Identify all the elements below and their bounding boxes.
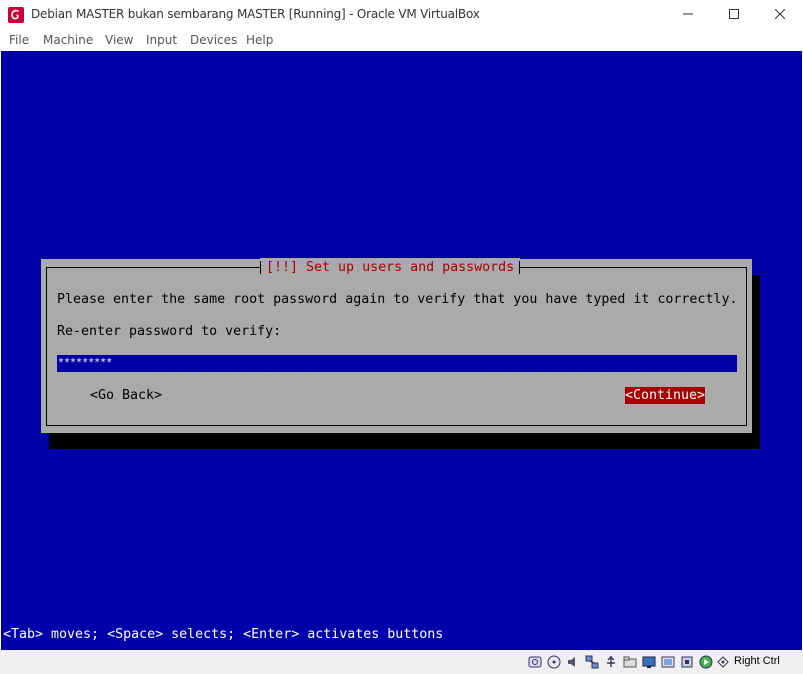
cpu-icon[interactable] [680, 654, 694, 668]
vm-display[interactable]: [!!] Set up users and passwords Please e… [1, 51, 802, 650]
display-icon[interactable] [642, 654, 656, 668]
window-title: Debian MASTER bukan sembarang MASTER [Ru… [31, 7, 480, 21]
network-icon[interactable] [585, 654, 599, 669]
shared-folders-icon[interactable] [623, 654, 637, 668]
minimize-icon [683, 13, 693, 15]
minimize-button[interactable] [665, 0, 711, 30]
menu-bar: File Machine View Input Devices Help [0, 30, 803, 51]
menu-machine[interactable]: Machine [43, 33, 93, 47]
menu-devices[interactable]: Devices [190, 33, 237, 47]
go-back-button[interactable]: <Go Back> [90, 387, 162, 405]
video-capture-icon[interactable] [661, 654, 675, 668]
password-input[interactable]: ********* [57, 355, 737, 372]
dialog-title: [!!] Set up users and passwords [260, 258, 521, 278]
mouse-integration-icon[interactable] [699, 654, 713, 669]
continue-button[interactable]: <Continue> [625, 387, 706, 404]
dialog-message: Please enter the same root password agai… [57, 292, 738, 307]
usb-icon[interactable] [604, 654, 618, 668]
installer-dialog: [!!] Set up users and passwords Please e… [41, 258, 752, 433]
maximize-icon [729, 9, 739, 19]
password-mask: ********* [58, 357, 113, 368]
keyboard-icon[interactable] [716, 654, 730, 668]
menu-help[interactable]: Help [246, 33, 273, 47]
menu-file[interactable]: File [9, 33, 29, 47]
keyboard-help-line: <Tab> moves; <Space> selects; <Enter> ac… [3, 627, 444, 642]
window-titlebar: Debian MASTER bukan sembarang MASTER [Ru… [0, 0, 803, 30]
debian-app-icon [8, 7, 24, 23]
optical-drive-icon[interactable] [547, 654, 561, 669]
audio-icon[interactable] [566, 654, 580, 668]
host-key-label: Right Ctrl [734, 655, 780, 667]
password-prompt: Re-enter password to verify: [57, 324, 282, 339]
menu-input[interactable]: Input [146, 33, 177, 47]
menu-view[interactable]: View [105, 33, 133, 47]
maximize-button[interactable] [711, 0, 757, 30]
close-button[interactable] [757, 0, 803, 30]
vm-statusbar: Right Ctrl [0, 650, 803, 674]
hard-disk-icon[interactable] [528, 654, 542, 668]
close-icon [775, 9, 785, 19]
